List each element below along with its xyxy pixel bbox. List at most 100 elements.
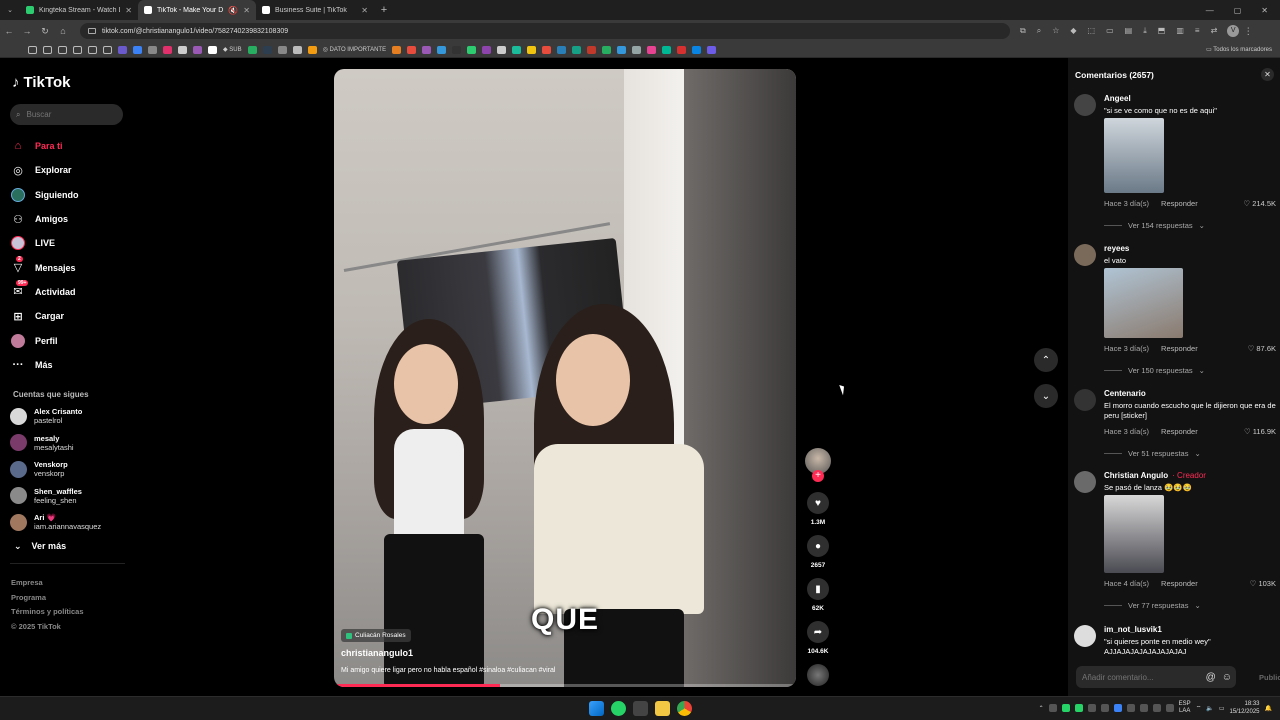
nav-para-ti[interactable]: ⌂ Para ti	[10, 134, 125, 158]
nav-cargar[interactable]: ⊞ Cargar	[10, 304, 125, 328]
bookmark-folder-icon[interactable]	[28, 45, 37, 54]
avatar[interactable]	[1074, 389, 1096, 411]
download-icon[interactable]: ⤓	[1143, 26, 1147, 36]
bookmark-site-icon[interactable]	[208, 45, 217, 54]
footer-link-empresa[interactable]: Empresa	[11, 576, 84, 591]
tray-app-icon[interactable]	[1139, 704, 1148, 712]
nav-mensajes[interactable]: ▽ 2 Mensajes	[10, 255, 125, 279]
forward-icon[interactable]: →	[18, 26, 36, 36]
bookmark-site-icon[interactable]	[307, 45, 317, 54]
bookmark-site-icon[interactable]	[193, 45, 202, 54]
bookmark-site-icon[interactable]	[647, 45, 657, 54]
tray-app-icon[interactable]	[1126, 704, 1135, 712]
comment-sticker-image[interactable]	[1104, 268, 1183, 338]
bookmark-site-icon[interactable]	[512, 45, 522, 54]
close-tab-icon[interactable]: ✕	[361, 6, 368, 15]
tiktok-logo[interactable]: ♪ TikTok	[12, 74, 70, 91]
search-input[interactable]	[26, 110, 107, 119]
save-button[interactable]: ▮ 62K	[803, 578, 833, 612]
footer-link-programa[interactable]: Programa	[11, 591, 84, 606]
bookmark-site-icon[interactable]	[407, 45, 417, 54]
bookmark-site-icon[interactable]	[163, 45, 172, 54]
reply-button[interactable]: Responder	[1161, 579, 1198, 588]
back-icon[interactable]: ←	[0, 26, 18, 36]
notifications-icon[interactable]: 🔔	[1265, 705, 1272, 712]
close-window-icon[interactable]: ✕	[1261, 6, 1268, 15]
calculator-icon[interactable]	[633, 701, 648, 716]
video-player[interactable]: QUE Culiacán Rosales christianangulo1 Mi…	[334, 69, 796, 687]
bookmark-sub[interactable]: ◆ SUB	[223, 46, 242, 53]
tray-app-icon[interactable]	[1048, 704, 1057, 712]
view-replies-button[interactable]: Ver 154 respuestas ⌄	[1104, 221, 1276, 230]
bookmark-folder-icon[interactable]	[43, 45, 52, 54]
bookmark-site-icon[interactable]	[497, 45, 507, 54]
split-view-icon[interactable]: ▥	[1176, 26, 1184, 36]
bookmark-site-icon[interactable]	[542, 45, 552, 54]
bookmark-site-icon[interactable]	[482, 45, 492, 54]
bookmark-site-icon[interactable]	[133, 45, 142, 54]
extensions-puzzle-icon[interactable]: ⬚	[1088, 26, 1096, 36]
avatar[interactable]	[1074, 94, 1096, 116]
like-button[interactable]: ♥ 1.3M	[803, 492, 833, 526]
bookmark-site-icon[interactable]	[662, 45, 672, 54]
bookmark-site-icon[interactable]	[148, 45, 157, 54]
tray-app-icon[interactable]	[1074, 704, 1083, 712]
all-bookmarks-folder[interactable]: ▭ Todos los marcadores	[1206, 46, 1280, 53]
avatar[interactable]	[1074, 471, 1096, 493]
reload-icon[interactable]: ↻	[36, 26, 54, 37]
comment-like-button[interactable]: ♡ 87.6K	[1248, 344, 1276, 353]
bookmark-site-icon[interactable]	[677, 45, 687, 54]
next-video-button[interactable]: ⌄	[1034, 384, 1058, 408]
music-disc-icon[interactable]	[807, 664, 829, 686]
close-comments-icon[interactable]: ✕	[1261, 68, 1274, 81]
previous-video-button[interactable]: ⌃	[1034, 348, 1058, 372]
sidebar-icon[interactable]: ▭	[1106, 26, 1114, 36]
comment-author[interactable]: im_not_lusvik1	[1104, 625, 1276, 634]
comment-author[interactable]: Angeel	[1104, 94, 1276, 103]
bookmark-site-icon[interactable]	[277, 45, 287, 54]
windows-start-icon[interactable]	[589, 701, 604, 716]
taskbar-clock[interactable]: 18:33 15/12/2025	[1229, 700, 1259, 716]
bookmark-site-icon[interactable]	[292, 45, 302, 54]
avatar[interactable]	[1074, 244, 1096, 266]
profile-avatar[interactable]: V	[1227, 25, 1240, 37]
bookmark-site-icon[interactable]	[602, 45, 612, 54]
bookmark-folder-icon[interactable]	[88, 45, 97, 54]
screenshot-icon[interactable]: ⬒	[1158, 26, 1166, 36]
address-bar[interactable]: tiktok.com/@christianangulo1/video/75827…	[80, 23, 1010, 39]
comment-like-button[interactable]: ♡ 103K	[1250, 579, 1276, 588]
following-account[interactable]: Alex Crisanto pastelrol	[10, 403, 125, 430]
tray-expand-icon[interactable]: ⌃	[1039, 705, 1044, 712]
bookmark-site-icon[interactable]	[707, 45, 717, 54]
share-button[interactable]: ➦ 104.6K	[803, 621, 833, 655]
close-tab-icon[interactable]: ✕	[243, 6, 250, 15]
comment-author[interactable]: reyees	[1104, 244, 1276, 253]
publish-button[interactable]: Publicar	[1259, 673, 1280, 682]
site-info-icon[interactable]	[88, 28, 96, 34]
reply-button[interactable]: Responder	[1161, 427, 1198, 436]
tray-app-icon[interactable]	[1152, 704, 1161, 712]
more-menu-icon[interactable]: ⋮	[1239, 26, 1257, 37]
home-icon[interactable]: ⌂	[54, 26, 72, 36]
bookmark-site-icon[interactable]	[587, 45, 597, 54]
bookmark-site-icon[interactable]	[572, 45, 582, 54]
comment-sticker-image[interactable]	[1104, 118, 1164, 193]
bookmark-site-icon[interactable]	[632, 45, 642, 54]
bookmark-site-icon[interactable]	[617, 45, 627, 54]
following-account[interactable]: Shen_waffles feeling_shen	[10, 483, 125, 510]
browser-tab-3[interactable]: Business Suite | TikTok ✕	[256, 0, 374, 20]
mute-tab-icon[interactable]: 🔇	[228, 6, 238, 15]
search-box[interactable]: ⌕	[10, 104, 123, 125]
maximize-icon[interactable]: ▢	[1234, 6, 1242, 15]
comment-button[interactable]: ● 2657	[803, 535, 833, 569]
mention-icon[interactable]: @	[1206, 672, 1216, 683]
profile-switch-icon[interactable]: ⇄	[1211, 26, 1218, 36]
view-replies-button[interactable]: Ver 77 respuestas ⌄	[1104, 601, 1276, 610]
extension-icon[interactable]: ◆	[1070, 26, 1076, 36]
chrome-icon[interactable]	[677, 701, 692, 716]
see-more-button[interactable]: ⌄ Ver más	[14, 541, 66, 552]
comment-like-button[interactable]: ♡ 214.5K	[1243, 199, 1276, 208]
tray-app-icon[interactable]	[1113, 704, 1122, 712]
tab-search-icon[interactable]: ⌄	[0, 6, 20, 14]
bookmark-folder-icon[interactable]	[73, 45, 82, 54]
